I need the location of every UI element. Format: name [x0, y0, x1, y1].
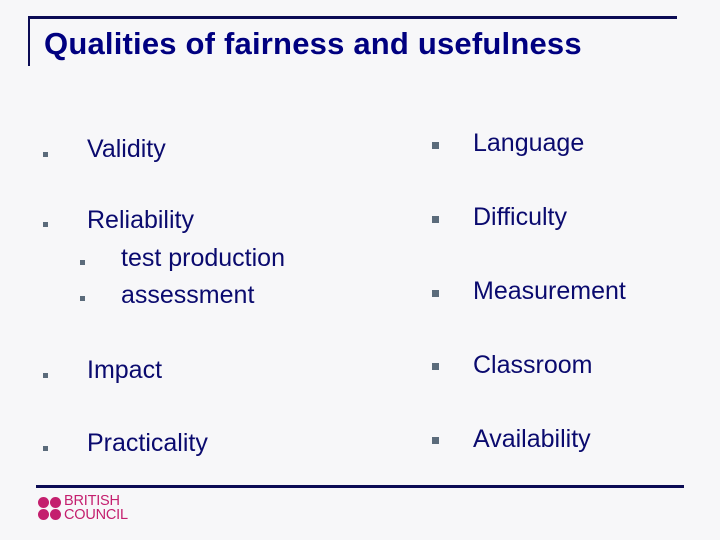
- list-item-classroom: Classroom: [473, 351, 593, 379]
- list-item-impact: Impact: [87, 356, 163, 384]
- list-item-practicality: Practicality: [87, 429, 208, 457]
- title-rule-left: [28, 16, 30, 66]
- list-item-language: Language: [473, 129, 585, 157]
- sub-bullet-icon: [80, 296, 85, 301]
- four-dots-logo-icon: [38, 496, 61, 520]
- bullet-icon: [432, 216, 439, 223]
- title-rule-top: [29, 16, 677, 19]
- footer-rule: [36, 485, 684, 488]
- list-item-reliability: Reliability: [87, 206, 194, 234]
- bullet-icon: [43, 446, 48, 451]
- bullet-icon: [432, 437, 439, 444]
- bullet-icon: [432, 290, 439, 297]
- logo-line-1: BRITISH: [64, 493, 120, 509]
- bullet-icon: [43, 373, 48, 378]
- sub-bullet-icon: [80, 260, 85, 265]
- sub-item-assessment: assessment: [121, 281, 255, 309]
- bullet-icon: [432, 363, 439, 370]
- list-item-measurement: Measurement: [473, 277, 626, 305]
- list-item-availability: Availability: [473, 425, 591, 453]
- slide-title: Qualities of fairness and usefulness: [44, 26, 582, 61]
- bullet-icon: [43, 222, 48, 227]
- list-item-difficulty: Difficulty: [473, 203, 568, 231]
- bullet-icon: [43, 152, 48, 157]
- logo-line-2: COUNCIL: [64, 507, 128, 523]
- british-council-logo: BRITISH COUNCIL: [38, 494, 128, 522]
- list-item-validity: Validity: [87, 135, 166, 163]
- logo-wordmark: BRITISH COUNCIL: [64, 493, 128, 523]
- bullet-icon: [432, 142, 439, 149]
- sub-item-test-production: test production: [121, 244, 285, 272]
